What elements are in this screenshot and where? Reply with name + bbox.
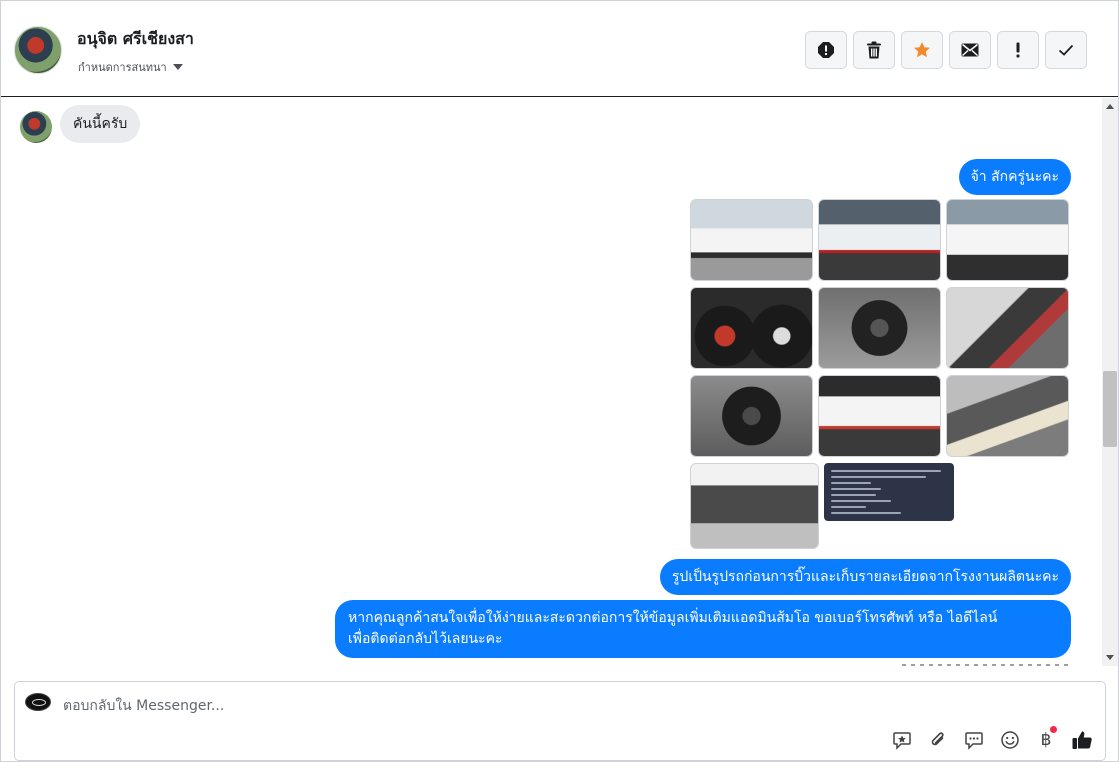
incoming-message[interactable]: คันนี้ครับ xyxy=(60,105,141,143)
saved-reply-button[interactable] xyxy=(891,729,913,751)
saved-reply-icon xyxy=(893,732,911,750)
outgoing-message-3[interactable]: หากคุณลูกค้าสนใจเพื่อให้ง่ายและสะดวกต่อก… xyxy=(335,600,1071,658)
emoji-icon xyxy=(1001,731,1019,749)
star-icon xyxy=(914,42,930,58)
photo-steering-wheel[interactable] xyxy=(818,287,941,369)
trash-icon xyxy=(867,41,881,59)
notification-dot xyxy=(1050,726,1058,733)
sender-avatar xyxy=(20,111,52,143)
photo-dashboard[interactable] xyxy=(690,287,813,369)
photo-car-front-2[interactable] xyxy=(818,199,941,281)
seen-status-line xyxy=(902,664,1072,666)
contact-name[interactable]: อนุจิต ศรีเชียงสา xyxy=(77,27,194,52)
page-avatar xyxy=(25,693,51,711)
contact-avatar[interactable] xyxy=(14,26,62,74)
header-actions xyxy=(805,31,1087,69)
scroll-thumb[interactable] xyxy=(1103,371,1117,447)
photo-registration-document[interactable] xyxy=(824,463,954,521)
photo-engine-open[interactable] xyxy=(690,463,819,549)
payment-button[interactable]: ฿ xyxy=(1035,726,1058,751)
envelope-icon xyxy=(961,43,979,57)
mark-spam-button[interactable] xyxy=(805,31,847,69)
conversation-window: อนุจิต ศรีเชียงสา กำหนดการสนทนา คันนี้คร… xyxy=(0,0,1119,762)
outgoing-message-2[interactable]: รูปเป็นรูปรถก่อนการบิ๊วและเก็บรายละเอียด… xyxy=(659,559,1071,595)
caret-down-icon xyxy=(172,64,183,70)
star-button[interactable] xyxy=(901,31,943,69)
photo-engine-bay[interactable] xyxy=(946,375,1069,457)
like-icon xyxy=(1072,731,1092,749)
check-icon xyxy=(1058,44,1074,56)
photo-truck-rear[interactable] xyxy=(818,375,941,457)
conversation-scrollbar[interactable] xyxy=(1102,98,1118,666)
message-line: เพื่อติดต่อกลับไว้เลยนะคะ xyxy=(348,631,503,647)
follow-up-button[interactable] xyxy=(997,31,1039,69)
emoji-button[interactable] xyxy=(999,729,1021,751)
mark-done-button[interactable] xyxy=(1045,31,1087,69)
like-button[interactable] xyxy=(1071,729,1093,751)
photo-interior[interactable] xyxy=(946,287,1069,369)
scroll-down-arrow-icon[interactable] xyxy=(1106,655,1114,660)
scroll-up-arrow-icon[interactable] xyxy=(1106,104,1114,109)
assign-conversation-dropdown[interactable]: กำหนดการสนทนา xyxy=(78,58,183,76)
message-line: หากคุณลูกค้าสนใจเพื่อให้ง่ายและสะดวกต่อก… xyxy=(348,610,998,626)
attach-button[interactable] xyxy=(927,729,949,751)
mark-unread-button[interactable] xyxy=(949,31,991,69)
photo-steering-wheel-2[interactable] xyxy=(690,375,813,457)
reply-composer: ตอบกลับใน Messenger... ฿ xyxy=(14,681,1106,761)
attach-icon xyxy=(931,732,944,746)
outgoing-message[interactable]: จ้า สักครู่นะคะ xyxy=(958,159,1071,195)
chat-icon xyxy=(965,732,983,750)
exclamation-icon xyxy=(1016,42,1020,58)
message-list: คันนี้ครับ จ้า สักครู่นะคะ รูปเป็นรูปรถก… xyxy=(1,98,1102,666)
composer-tools: ฿ xyxy=(891,726,1093,751)
baht-symbol: ฿ xyxy=(1040,730,1052,750)
conversation-header: อนุจิต ศรีเชียงสา กำหนดการสนทนา xyxy=(1,1,1118,97)
baht-icon: ฿ xyxy=(1040,726,1058,750)
delete-button[interactable] xyxy=(853,31,895,69)
chat-button[interactable] xyxy=(963,729,985,751)
photo-car-front[interactable] xyxy=(690,199,813,281)
assign-label: กำหนดการสนทนา xyxy=(78,61,167,74)
photo-car-front-3[interactable] xyxy=(946,199,1069,281)
reply-input[interactable]: ตอบกลับใน Messenger... xyxy=(63,695,224,717)
spam-icon xyxy=(818,42,834,58)
